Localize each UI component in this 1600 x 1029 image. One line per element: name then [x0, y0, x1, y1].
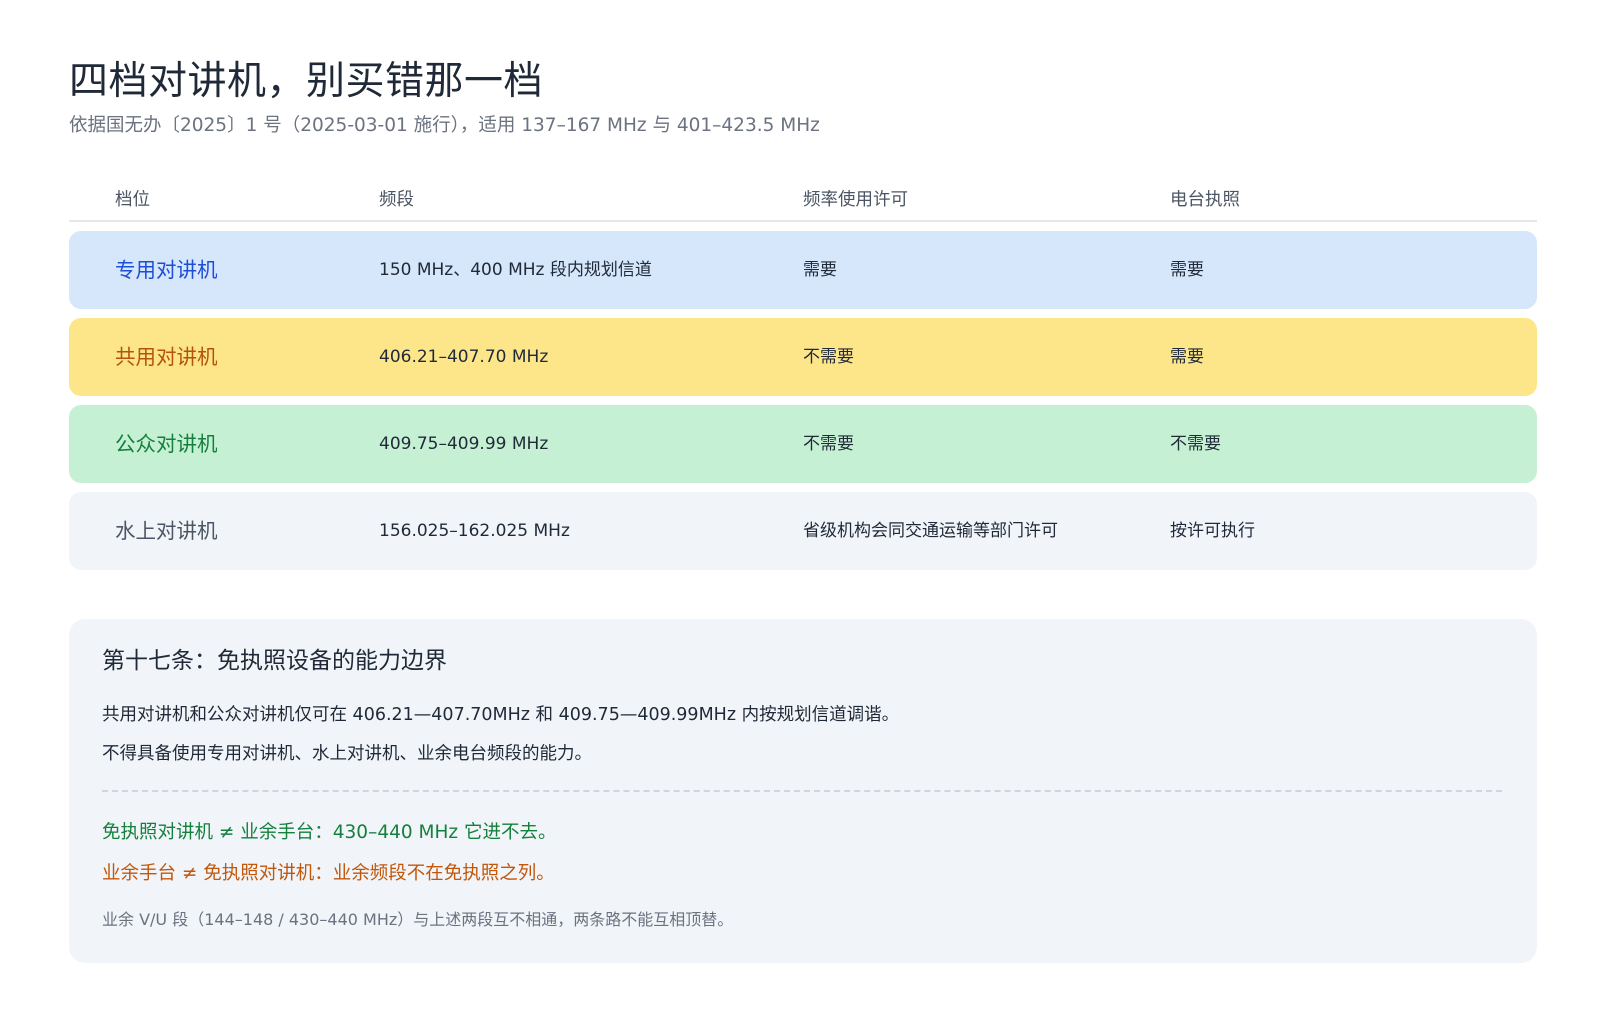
page-title: 四档对讲机，别买错那一档 — [69, 59, 544, 104]
column-header-freq-permit: 频率使用许可 — [803, 190, 908, 210]
page-subtitle: 依据国无办〔2025〕1 号（2025-03-01 施行），适用 137–167… — [69, 115, 820, 136]
note-highlight-orange: 业余手台 ≠ 免执照对讲机：业余频段不在免执照之列。 — [102, 863, 555, 884]
tier-name: 水上对讲机 — [115, 519, 218, 543]
tier-freq-permit: 不需要 — [803, 434, 854, 454]
tier-band: 406.21–407.70 MHz — [379, 347, 549, 367]
table-row-public: 公众对讲机 409.75–409.99 MHz 不需要 不需要 — [69, 405, 1537, 483]
note-rule-line-2: 不得具备使用专用对讲机、水上对讲机、业余电台频段的能力。 — [102, 744, 592, 764]
tier-band: 156.025–162.025 MHz — [379, 521, 570, 541]
tier-license: 需要 — [1170, 260, 1204, 280]
table-row-dedicated: 专用对讲机 150 MHz、400 MHz 段内规划信道 需要 需要 — [69, 231, 1537, 309]
column-header-band: 频段 — [379, 190, 414, 210]
table-header: 档位 频段 频率使用许可 电台执照 — [69, 182, 1537, 222]
column-header-license: 电台执照 — [1170, 190, 1240, 210]
note-highlight-green: 免执照对讲机 ≠ 业余手台：430–440 MHz 它进不去。 — [102, 822, 557, 843]
tier-freq-permit: 不需要 — [803, 347, 854, 367]
tier-name: 公众对讲机 — [115, 432, 218, 456]
column-header-tier: 档位 — [115, 190, 150, 210]
note-divider — [102, 790, 1502, 792]
note-footnote: 业余 V/U 段（144–148 / 430–440 MHz）与上述两段互不相通… — [102, 910, 734, 929]
table-row-shared: 共用对讲机 406.21–407.70 MHz 不需要 需要 — [69, 318, 1537, 396]
tier-name: 专用对讲机 — [115, 258, 218, 282]
tier-band: 150 MHz、400 MHz 段内规划信道 — [379, 260, 652, 280]
note-rule-line-1: 共用对讲机和公众对讲机仅可在 406.21—407.70MHz 和 409.75… — [102, 705, 900, 725]
tier-freq-permit: 需要 — [803, 260, 837, 280]
tier-license: 按许可执行 — [1170, 521, 1255, 541]
tier-freq-permit: 省级机构会同交通运输等部门许可 — [803, 521, 1058, 541]
article-17-note-card: 第十七条：免执照设备的能力边界 共用对讲机和公众对讲机仅可在 406.21—40… — [69, 619, 1537, 963]
tier-band: 409.75–409.99 MHz — [379, 434, 549, 454]
tier-license: 需要 — [1170, 347, 1204, 367]
note-title: 第十七条：免执照设备的能力边界 — [102, 648, 447, 674]
table-row-marine: 水上对讲机 156.025–162.025 MHz 省级机构会同交通运输等部门许… — [69, 492, 1537, 570]
tier-name: 共用对讲机 — [115, 345, 218, 369]
tier-license: 不需要 — [1170, 434, 1221, 454]
